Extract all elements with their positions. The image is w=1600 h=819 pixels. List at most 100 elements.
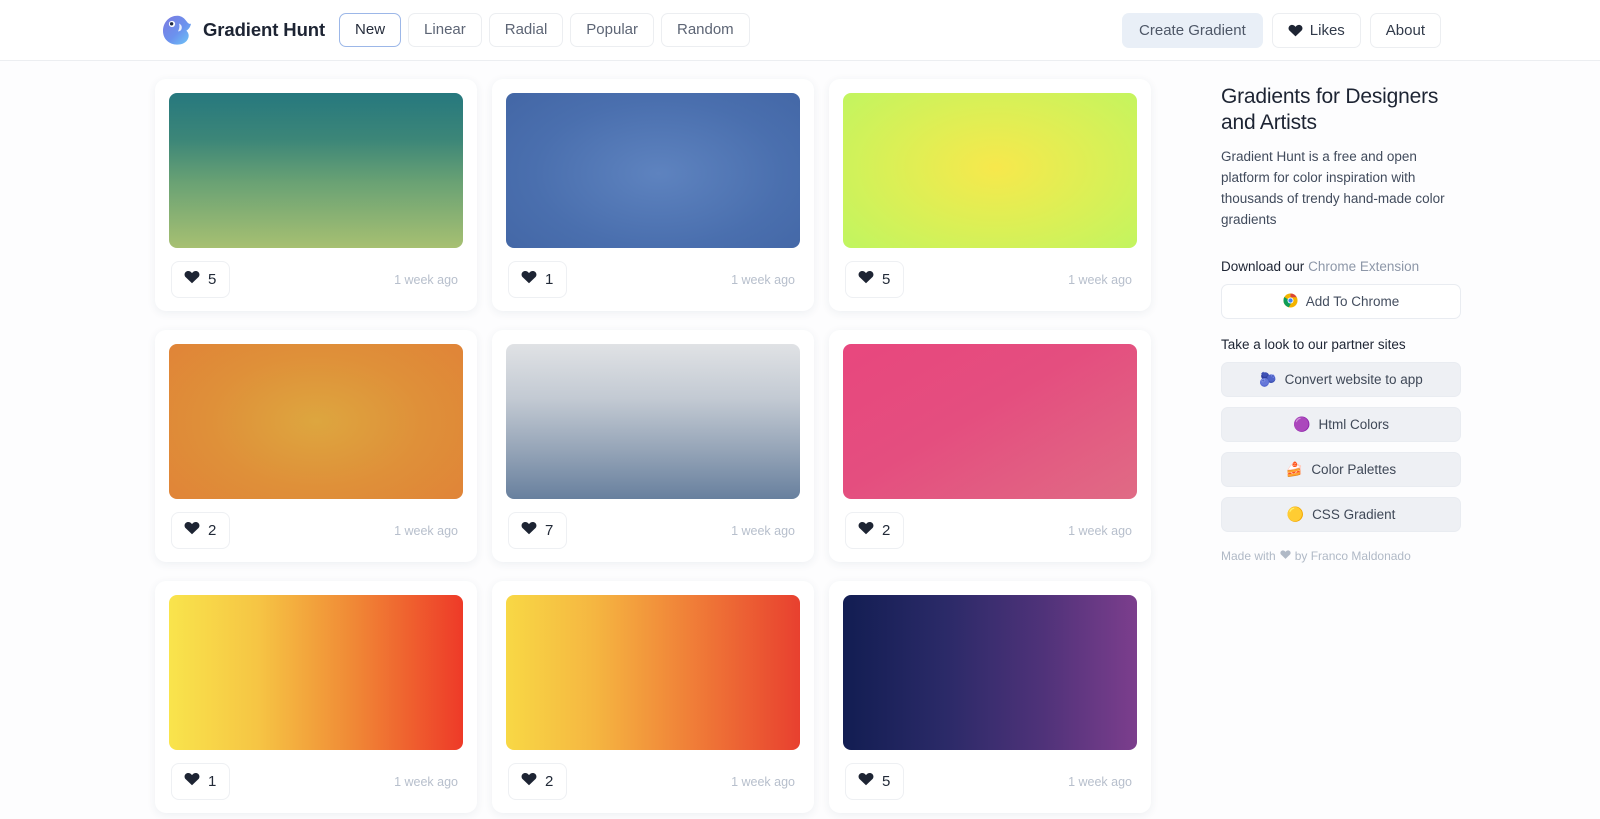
like-button[interactable]: 1 (508, 261, 567, 298)
footer-author: by Franco Maldonado (1295, 549, 1411, 563)
like-count: 5 (208, 272, 216, 287)
like-count: 2 (208, 523, 216, 538)
header-actions: Create Gradient Likes About (1122, 13, 1441, 48)
card-footer: 51 week ago (843, 261, 1137, 298)
gradient-swatch[interactable] (506, 595, 800, 750)
gradient-card[interactable]: 1 1 week ago (155, 581, 477, 813)
about-button[interactable]: About (1370, 13, 1441, 48)
gradient-circles-icon: 🟡 (1287, 507, 1304, 521)
likes-label: Likes (1310, 22, 1345, 39)
timestamp: 1 week ago (731, 524, 795, 538)
gradient-swatch[interactable] (506, 344, 800, 499)
heart-icon (184, 520, 200, 541)
gradient-swatch[interactable] (843, 344, 1137, 499)
gradient-swatch[interactable] (506, 93, 800, 248)
like-button[interactable]: 2 (171, 512, 230, 549)
heart-icon (184, 771, 200, 792)
card-footer: 1 1 week ago (169, 763, 463, 800)
download-prefix: Download our (1221, 259, 1304, 274)
heart-icon (521, 269, 537, 290)
timestamp: 1 week ago (731, 273, 795, 287)
bird-logo-icon (160, 13, 194, 47)
timestamp: 1 week ago (731, 775, 795, 789)
heart-icon (521, 520, 537, 541)
download-line: Download our Chrome Extension (1221, 259, 1461, 274)
gradient-card[interactable]: 5 1 week ago (155, 79, 477, 311)
add-to-chrome-label: Add To Chrome (1306, 294, 1400, 309)
brand-name: Gradient Hunt (203, 19, 325, 41)
like-count: 2 (882, 523, 890, 538)
like-count: 5 (882, 272, 890, 287)
gradient-card[interactable]: 7 1 week ago (492, 330, 814, 562)
nav-tabs: New Linear Radial Popular Random (339, 13, 750, 47)
site-description: Gradient Hunt is a free and open platfor… (1221, 147, 1461, 231)
timestamp: 1 week ago (394, 273, 458, 287)
like-button[interactable]: 7 (508, 512, 567, 549)
tab-popular[interactable]: Popular (570, 13, 654, 47)
heart-icon (521, 771, 537, 792)
color-dot-icon: 🟣 (1293, 417, 1310, 431)
sidebar: Gradients for Designers and Artists Grad… (1221, 79, 1461, 819)
chrome-icon (1283, 293, 1298, 310)
app-icon: 🫐 (1259, 372, 1276, 386)
partner-convert-website-to-app[interactable]: 🫐 Convert website to app (1221, 362, 1461, 397)
tab-radial[interactable]: Radial (489, 13, 564, 47)
add-to-chrome-button[interactable]: Add To Chrome (1221, 284, 1461, 319)
palette-icon: 🍰 (1286, 462, 1303, 476)
card-footer: 5 1 week ago (843, 763, 1137, 800)
gradient-grid: 51 week ago11 week ago51 week ago21 week… (155, 79, 1175, 819)
about-label: About (1386, 22, 1425, 39)
gradient-card[interactable]: 5 1 week ago (829, 581, 1151, 813)
timestamp: 1 week ago (1068, 775, 1132, 789)
gradient-swatch[interactable] (169, 344, 463, 499)
footer-credit: Made with by Franco Maldonado (1221, 549, 1461, 563)
likes-button[interactable]: Likes (1272, 13, 1361, 48)
tab-linear[interactable]: Linear (408, 13, 482, 47)
partner-html-colors[interactable]: 🟣 Html Colors (1221, 407, 1461, 442)
partner-css-gradient[interactable]: 🟡 CSS Gradient (1221, 497, 1461, 532)
like-button[interactable]: 1 (171, 763, 230, 800)
page-body: 51 week ago11 week ago51 week ago21 week… (0, 61, 1600, 819)
gradient-card[interactable]: 51 week ago (829, 79, 1151, 311)
partner-label-1: Html Colors (1318, 417, 1389, 432)
timestamp: 1 week ago (394, 524, 458, 538)
brand[interactable]: Gradient Hunt (160, 13, 325, 47)
heart-icon (858, 520, 874, 541)
heart-icon (184, 269, 200, 290)
gradient-swatch[interactable] (843, 595, 1137, 750)
like-button[interactable]: 5 (845, 763, 904, 800)
footer-prefix: Made with (1221, 549, 1276, 563)
heart-icon (858, 771, 874, 792)
heart-icon (1280, 549, 1291, 563)
timestamp: 1 week ago (394, 775, 458, 789)
heart-icon (858, 269, 874, 290)
partner-label-3: CSS Gradient (1312, 507, 1395, 522)
tab-random[interactable]: Random (661, 13, 750, 47)
app-root: Gradient Hunt New Linear Radial Popular … (0, 0, 1600, 819)
like-button[interactable]: 5 (845, 261, 904, 298)
chrome-extension-link[interactable]: Chrome Extension (1308, 259, 1419, 274)
like-button[interactable]: 2 (508, 763, 567, 800)
card-footer: 7 1 week ago (506, 512, 800, 549)
gradient-swatch[interactable] (169, 595, 463, 750)
like-button[interactable]: 2 (845, 512, 904, 549)
partner-label-2: Color Palettes (1311, 462, 1396, 477)
site-header: Gradient Hunt New Linear Radial Popular … (0, 0, 1600, 61)
like-count: 1 (545, 272, 553, 287)
gradient-card[interactable]: 2 1 week ago (829, 330, 1151, 562)
tab-new[interactable]: New (339, 13, 401, 47)
create-gradient-button[interactable]: Create Gradient (1122, 13, 1263, 48)
card-footer: 5 1 week ago (169, 261, 463, 298)
gradient-card[interactable]: 2 1 week ago (155, 330, 477, 562)
gradient-card[interactable]: 1 1 week ago (492, 79, 814, 311)
card-footer: 2 1 week ago (169, 512, 463, 549)
heart-icon (1288, 23, 1303, 38)
like-button[interactable]: 5 (171, 261, 230, 298)
gradient-swatch[interactable] (843, 93, 1137, 248)
timestamp: 1 week ago (1068, 524, 1132, 538)
like-count: 7 (545, 523, 553, 538)
gradient-card[interactable]: 2 1 week ago (492, 581, 814, 813)
card-footer: 1 1 week ago (506, 261, 800, 298)
partner-color-palettes[interactable]: 🍰 Color Palettes (1221, 452, 1461, 487)
gradient-swatch[interactable] (169, 93, 463, 248)
